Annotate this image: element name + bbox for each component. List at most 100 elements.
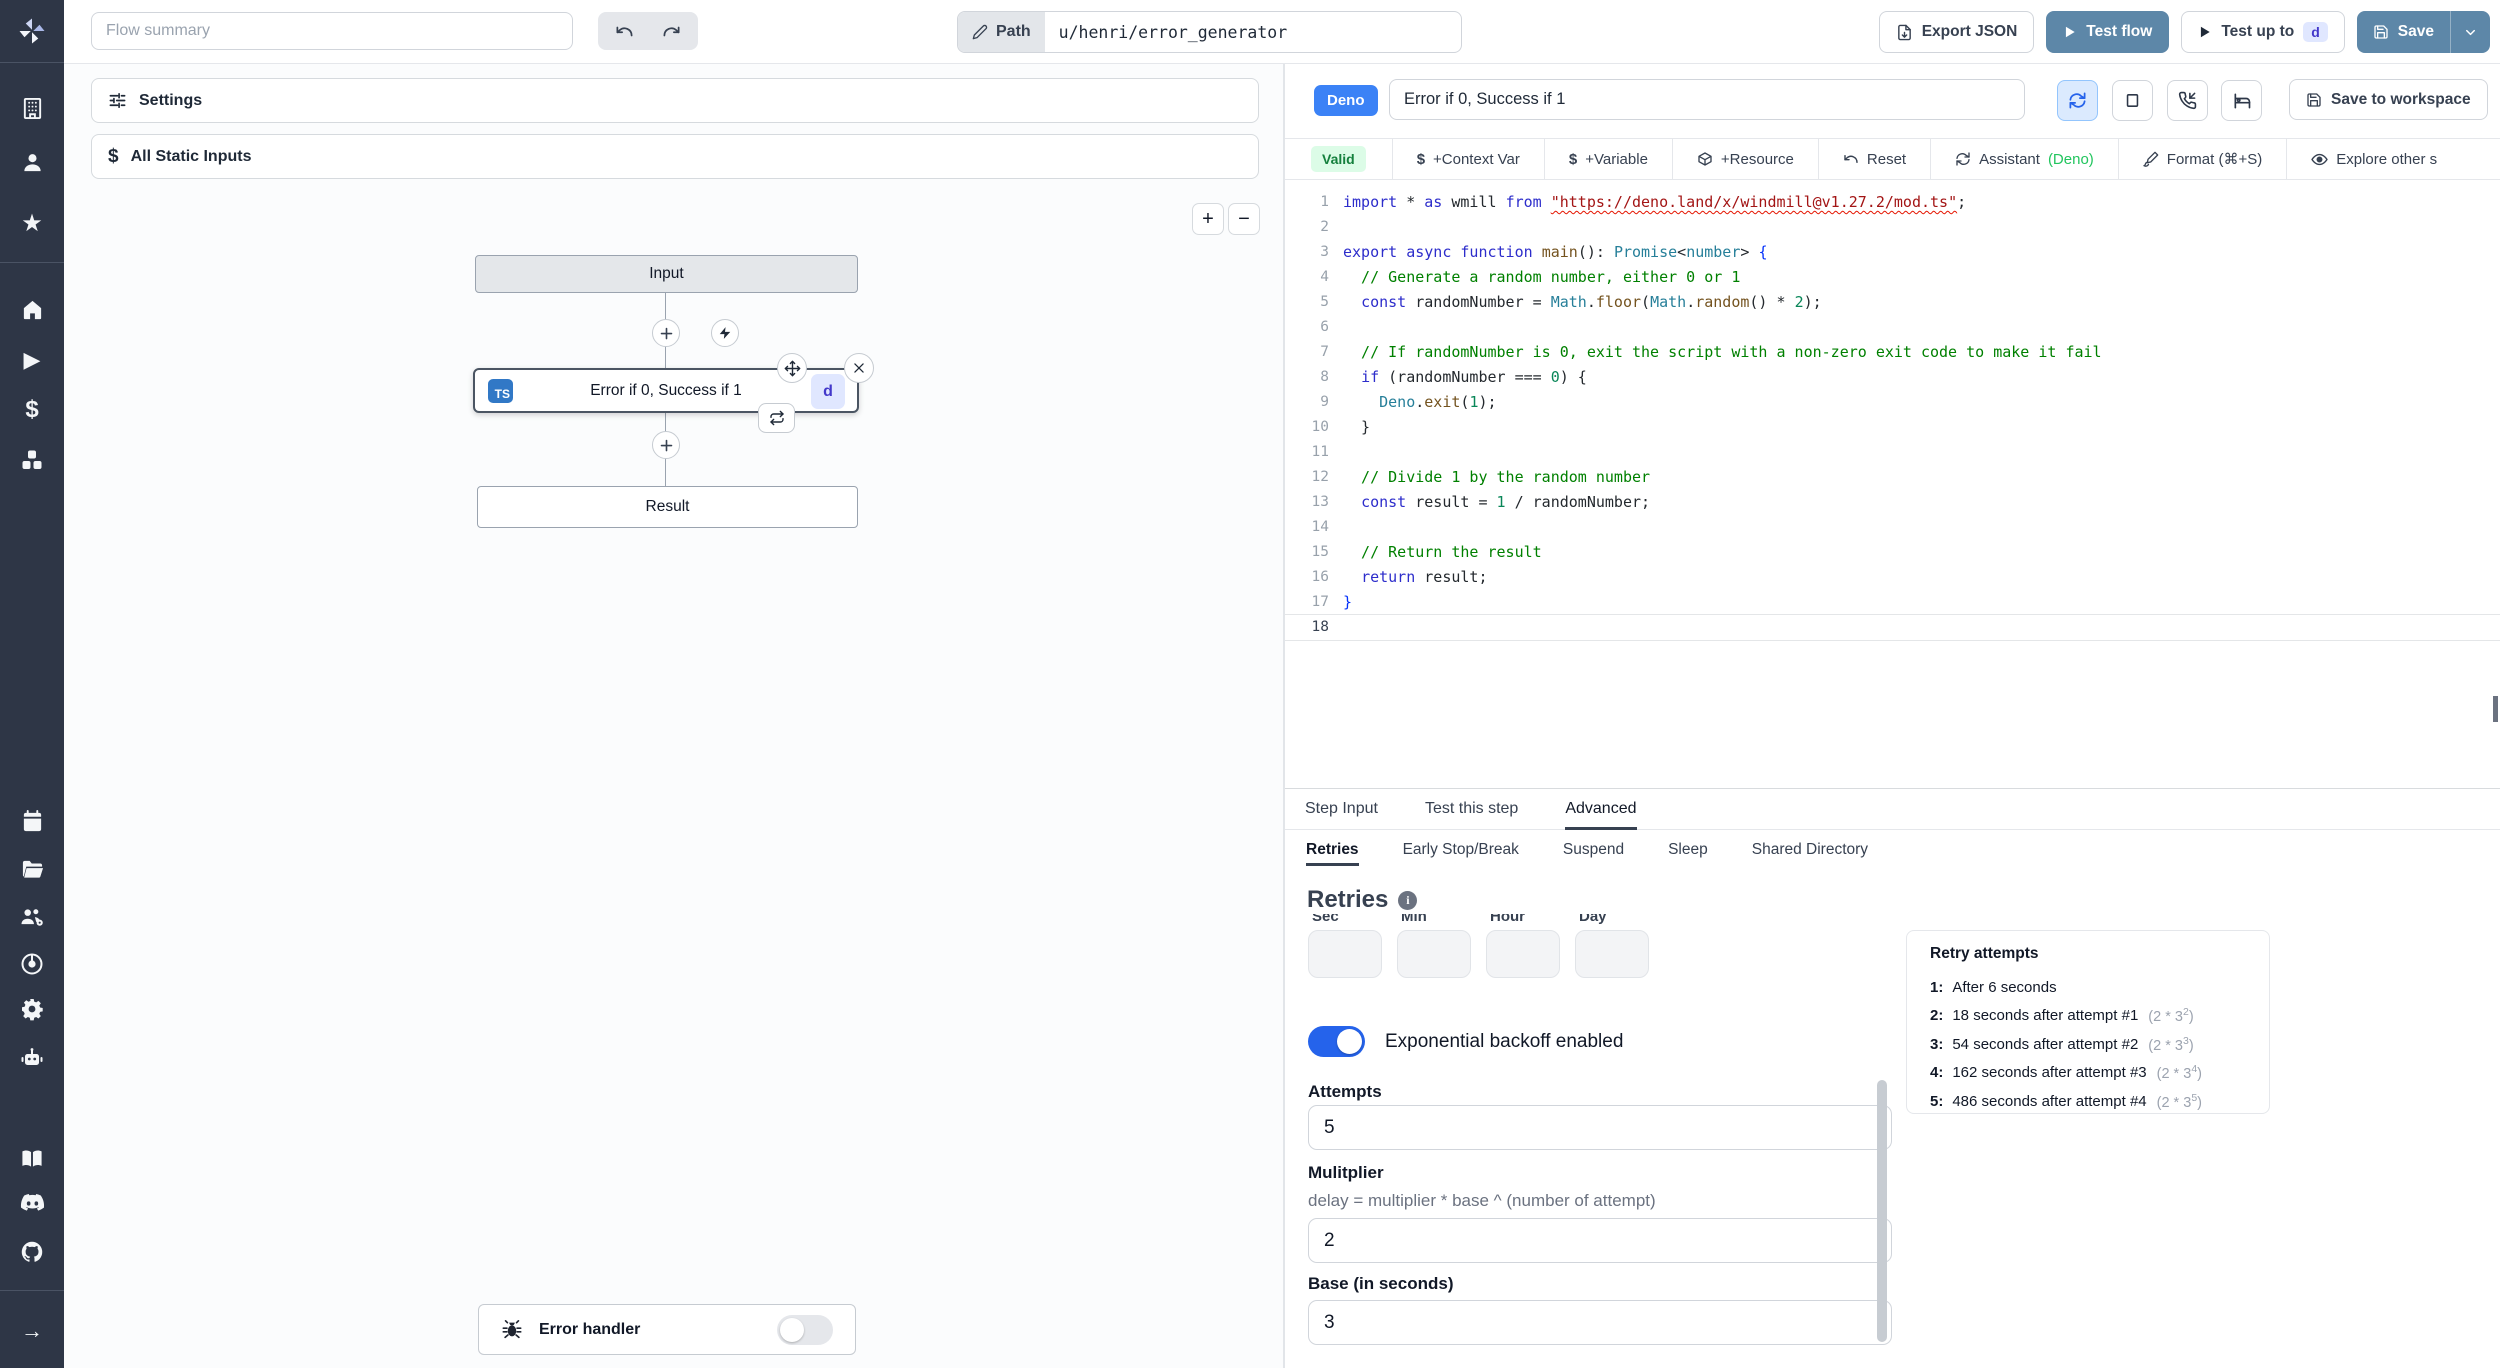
- runs-play-icon[interactable]: ▶: [0, 347, 64, 373]
- delete-step-button[interactable]: [844, 353, 874, 383]
- home-icon[interactable]: [0, 298, 64, 321]
- line-number: 13: [1311, 494, 1329, 510]
- subtab-early-stop-break[interactable]: Early Stop/Break: [1403, 830, 1519, 870]
- play-icon: [2063, 25, 2077, 39]
- code-line[interactable]: 4 // Generate a random number, either 0 …: [1285, 265, 2500, 290]
- retries-title: Retries i: [1307, 886, 1426, 914]
- hour-input[interactable]: [1486, 930, 1560, 978]
- code-line[interactable]: 11: [1285, 440, 2500, 465]
- code-line[interactable]: 15 // Return the result: [1285, 540, 2500, 565]
- code-line[interactable]: 13 const result = 1 / randomNumber;: [1285, 490, 2500, 515]
- flow-settings-bar[interactable]: Settings: [91, 78, 1259, 123]
- save-to-workspace-button[interactable]: Save to workspace: [2289, 79, 2488, 120]
- code-line[interactable]: 6: [1285, 315, 2500, 340]
- settings-gear-icon[interactable]: [0, 997, 64, 1021]
- sync-reload-button[interactable]: [2057, 80, 2098, 121]
- explore-scripts-button[interactable]: Explore other s: [2286, 139, 2461, 179]
- flow-static-inputs-bar[interactable]: $ All Static Inputs: [91, 134, 1259, 179]
- code-line[interactable]: 16 return result;: [1285, 565, 2500, 590]
- min-input[interactable]: [1397, 930, 1471, 978]
- canvas-zoom-out-button[interactable]: −: [1228, 203, 1260, 235]
- test-up-to-button[interactable]: Test up to d: [2181, 11, 2345, 53]
- path-field[interactable]: Path u/henri/error_generator: [957, 11, 1462, 53]
- subtab-retries[interactable]: Retries: [1306, 830, 1359, 870]
- expand-arrow-right-icon[interactable]: →: [0, 1318, 64, 1344]
- bot-icon[interactable]: [0, 1046, 64, 1070]
- code-line[interactable]: 2: [1285, 215, 2500, 240]
- code-line[interactable]: 7 // If randomNumber is 0, exit the scri…: [1285, 340, 2500, 365]
- retry-loop-button[interactable]: [758, 403, 795, 433]
- undo-button[interactable]: [605, 16, 645, 46]
- export-json-button[interactable]: Export JSON: [1878, 11, 2035, 53]
- add-resource-button[interactable]: +Resource: [1671, 139, 1818, 179]
- add-context-var-button[interactable]: $ +Context Var: [1391, 139, 1544, 179]
- code-line[interactable]: 10 }: [1285, 415, 2500, 440]
- sec-input[interactable]: [1308, 930, 1382, 978]
- attempts-input[interactable]: [1308, 1105, 1892, 1150]
- add-variable-button[interactable]: $ +Variable: [1543, 139, 1672, 179]
- scrollbar-thumb[interactable]: [1877, 1080, 1887, 1342]
- assistant-button[interactable]: Assistant (Deno): [1930, 139, 2118, 179]
- line-number: 3: [1320, 244, 1329, 260]
- subtab-shared-directory[interactable]: Shared Directory: [1752, 830, 1868, 870]
- tab-advanced[interactable]: Advanced: [1565, 789, 1637, 830]
- test-flow-button[interactable]: Test flow: [2046, 11, 2170, 53]
- star-icon[interactable]: ★: [0, 209, 64, 238]
- schedules-calendar-icon[interactable]: [0, 810, 64, 833]
- discord-icon[interactable]: [0, 1193, 64, 1213]
- code-line[interactable]: 17}: [1285, 590, 2500, 615]
- code-line[interactable]: 8 if (randomNumber === 0) {: [1285, 365, 2500, 390]
- multiplier-input[interactable]: [1308, 1218, 1892, 1263]
- tab-step-input[interactable]: Step Input: [1305, 789, 1378, 829]
- format-button[interactable]: Format (⌘+S): [2117, 139, 2286, 179]
- code-line[interactable]: 14: [1285, 515, 2500, 540]
- save-button[interactable]: Save: [2357, 11, 2450, 53]
- tab-test-this-step[interactable]: Test this step: [1425, 789, 1518, 829]
- error-handler-toggle[interactable]: [777, 1314, 833, 1345]
- subtab-sleep[interactable]: Sleep: [1668, 830, 1708, 870]
- code-line[interactable]: 12 // Divide 1 by the random number: [1285, 465, 2500, 490]
- code-line[interactable]: 3 export async function main(): Promise<n…: [1285, 240, 2500, 265]
- add-step-button[interactable]: [652, 431, 680, 459]
- step-editor-panel: Deno Save to workspace Valid $ +Context …: [1285, 64, 2500, 1368]
- retry-attempts-title: Retry attempts: [1930, 945, 2039, 962]
- bed-sleep-button[interactable]: [2221, 80, 2262, 121]
- folders-icon[interactable]: [0, 858, 64, 881]
- input-node[interactable]: Input: [475, 255, 858, 293]
- flow-summary-input[interactable]: [91, 12, 573, 50]
- day-input[interactable]: [1575, 930, 1649, 978]
- redo-button[interactable]: [651, 16, 691, 46]
- resources-cubes-icon[interactable]: [0, 448, 64, 472]
- code-line[interactable]: 18: [1285, 614, 2500, 641]
- reset-button[interactable]: Reset: [1817, 139, 1930, 179]
- step-name-input[interactable]: [1389, 79, 2025, 120]
- panel-splitter[interactable]: [1283, 64, 1285, 1368]
- result-node[interactable]: Result: [477, 486, 858, 528]
- windmill-logo-icon[interactable]: [0, 16, 64, 46]
- move-step-handle[interactable]: [777, 353, 807, 383]
- groups-users-gear-icon[interactable]: [0, 905, 64, 928]
- canvas-zoom-in-button[interactable]: +: [1192, 203, 1224, 235]
- add-step-button[interactable]: [652, 319, 680, 347]
- code-line[interactable]: 5 const randomNumber = Math.floor(Math.r…: [1285, 290, 2500, 315]
- audit-eye-icon[interactable]: [0, 952, 64, 976]
- phone-incoming-button[interactable]: [2167, 80, 2208, 121]
- kill-box-button[interactable]: [2112, 80, 2153, 121]
- variables-dollar-icon[interactable]: $: [0, 396, 64, 424]
- subtab-suspend[interactable]: Suspend: [1563, 830, 1624, 870]
- flow-canvas: Settings $ All Static Inputs + − Input T…: [64, 64, 1283, 1368]
- base-input[interactable]: [1308, 1300, 1892, 1345]
- github-icon[interactable]: [0, 1240, 64, 1264]
- code-line[interactable]: 9 Deno.exit(1);: [1285, 390, 2500, 415]
- docs-book-icon[interactable]: [0, 1147, 64, 1170]
- workspace-building-icon[interactable]: [0, 97, 64, 120]
- trigger-lightning-button[interactable]: [711, 319, 739, 347]
- exponential-backoff-toggle[interactable]: [1308, 1026, 1365, 1057]
- dollar-icon: $: [1416, 150, 1426, 168]
- code-line[interactable]: 1 import * as wmill from "https://deno.la…: [1285, 190, 2500, 215]
- user-icon[interactable]: [0, 151, 64, 174]
- save-dropdown-caret[interactable]: [2450, 11, 2490, 53]
- info-icon[interactable]: i: [1398, 890, 1418, 910]
- code-editor[interactable]: 1 import * as wmill from "https://deno.la…: [1285, 180, 2500, 852]
- error-handler-node[interactable]: Error handler: [478, 1304, 856, 1355]
